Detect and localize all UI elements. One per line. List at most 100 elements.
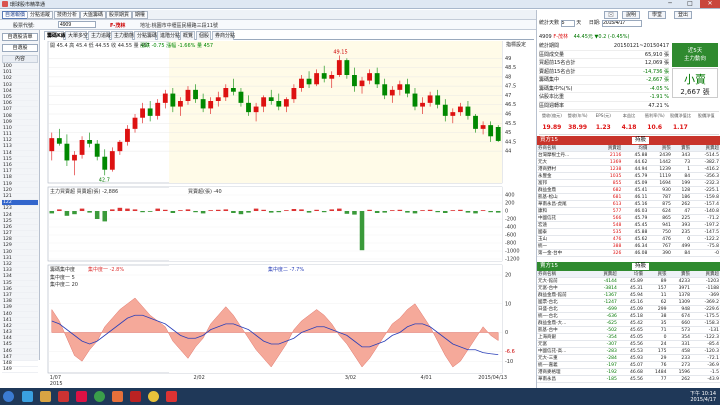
help-button[interactable]: 說明 (622, 11, 641, 19)
table-row[interactable]: 台灣摩根士丹... 2116 45.88 2439 343 -514.5 (537, 151, 720, 159)
user-icon[interactable]: 🖂 (604, 11, 618, 19)
volume-bar (427, 209, 433, 211)
table-row[interactable]: 永豐金 1035 45.79 1119 84 -356.3 (537, 172, 720, 180)
table-row[interactable]: 群益金鼎-館前 -1367 45.94 11 1378 -369 (537, 291, 720, 299)
app4-icon[interactable] (130, 391, 141, 402)
table-cell: 日盛-台北 (537, 305, 591, 313)
subtab-8[interactable]: 券商分點 (212, 31, 235, 40)
table-row[interactable]: 元大-館前 -4144 45.89 89 4233 -1203 (537, 277, 720, 285)
buy-filter[interactable]: 持股 (632, 137, 650, 144)
subtab-0[interactable]: 籌碼K線 (44, 31, 66, 40)
table-cell: 326 (595, 249, 623, 257)
subtab-2[interactable]: 主力追蹤 (88, 31, 111, 40)
days-input[interactable] (560, 19, 575, 27)
table-row[interactable]: 港商麥格理 -192 46.68 1484 1596 -1.5 (537, 368, 720, 376)
table-cell: -3814 (590, 284, 618, 292)
learn-button[interactable]: 學堂 (648, 11, 667, 19)
start-icon[interactable] (3, 391, 14, 402)
table-row[interactable]: 中國信託-高... -283 45.53 175 458 -120.3 (537, 347, 720, 355)
table-cell: -307 (590, 340, 618, 348)
subtab-1[interactable]: 大單多空 (65, 31, 88, 40)
table-row[interactable]: 凱基-台中 -502 45.65 71 573 -131 (537, 326, 720, 334)
minimize-button[interactable]: ─ (660, 0, 680, 8)
table-row[interactable]: 群益金鼎-大... -625 45.42 35 660 -158.3 (537, 319, 720, 327)
table-row[interactable]: 第一金-台中 326 46.08 390 84 -0 (537, 249, 720, 257)
table-cell: 台灣摩根士丹... (537, 151, 596, 159)
table-cell: 統一-嘉義 (537, 361, 591, 369)
metric-header: 股價淨值比 (669, 113, 691, 118)
menu-tab-2[interactable]: 技術分析 (54, 11, 81, 19)
volume-tick-label: -400 (505, 225, 516, 231)
volume-bar (215, 209, 221, 211)
table-row[interactable]: 國泰 535 45.88 750 235 -147.5 (537, 228, 720, 236)
table-row[interactable]: 元大 1369 44.62 1442 73 -382.7 (537, 158, 720, 166)
table-row[interactable]: 統一-嘉義 -197 45.07 76 273 -36.9 (537, 361, 720, 369)
chrome-icon[interactable] (94, 391, 105, 402)
stock-code-input[interactable] (58, 21, 96, 28)
subtab-3[interactable]: 主力動態 (111, 31, 134, 40)
candle-body (125, 128, 130, 142)
stock-app-icon[interactable] (166, 391, 177, 402)
table-row[interactable]: 元大-三重 -284 45.93 29 233 -72.1 (537, 354, 720, 362)
subtab-7[interactable]: 個股 (196, 31, 211, 40)
volume-bar (488, 211, 493, 213)
menu-tab-0[interactable]: 自選報價 (2, 11, 29, 19)
folder-icon[interactable] (40, 391, 51, 402)
app3-icon[interactable] (112, 391, 123, 402)
app5-icon[interactable] (148, 391, 159, 402)
logout-button[interactable]: 登出 (674, 11, 693, 19)
osc-param-2[interactable]: 集中度二 20 (50, 281, 78, 288)
candle-body (488, 125, 494, 137)
table-row[interactable]: 統一 388 46.34 767 499 -75.8 (537, 242, 720, 250)
osc-param-1[interactable]: 集中度一 5 (50, 274, 75, 281)
close-button[interactable]: ✕ (700, 0, 720, 8)
table-row[interactable]: 華南永昌-虎尾 613 45.16 875 262 -157.4 (537, 200, 720, 208)
candle-body (253, 106, 259, 113)
subtab-5[interactable]: 進階分點 (157, 31, 180, 40)
menu-tab-3[interactable]: 大盤籌碼 (80, 11, 107, 19)
table-row[interactable]: 日盛-台北 -699 45.09 299 948 -229.6 (537, 305, 720, 313)
table-row[interactable]: 上海商銀 -354 45.05 0 354 -122.3 (537, 333, 720, 341)
table-row[interactable]: 富邦 855 45.09 1694 199 -232.3 (537, 179, 720, 187)
table-row[interactable]: 元富 -307 45.56 24 331 -85.4 (537, 340, 720, 348)
date-input[interactable] (602, 19, 643, 27)
subtab-4[interactable]: 分點籌碼 (134, 31, 157, 40)
table-row[interactable]: 宏遠 548 45.45 941 393 -197.2 (537, 221, 720, 229)
table-row[interactable]: 中國信託 566 45.79 865 225 -71.2 (537, 214, 720, 222)
table-row[interactable]: 華南永昌 -185 45.56 77 262 -43.9 (537, 375, 720, 383)
table-row[interactable]: 凱基-松山 681 46.11 787 186 -159.8 (537, 193, 720, 201)
candle-body (404, 84, 410, 94)
watchlist-table: 100 101 102 103 104 105 106 107 108 109 110 111 112 1… (2, 64, 38, 374)
menu-tab-5[interactable]: 期權 (132, 11, 149, 19)
maximize-button[interactable]: □ (680, 0, 700, 8)
table-row[interactable]: 元富-台中 -3814 45.31 157 3971 -1188 (537, 284, 720, 292)
app1-icon[interactable] (58, 391, 69, 402)
app2-icon[interactable] (76, 391, 87, 402)
osc-tick-label: 20 (505, 273, 511, 279)
table-cell: 1596 (667, 368, 692, 376)
volume-bar (450, 210, 456, 211)
subtab-6[interactable]: 概覽 (180, 31, 195, 40)
table-row[interactable]: 康和 577 46.03 624 47 -140.8 (537, 207, 720, 215)
table-row[interactable]: 群益金鼎 682 45.41 930 128 -225.1 (537, 186, 720, 194)
table-row[interactable]: 港商野村 1238 44.94 1239 1 -416.2 (537, 165, 720, 173)
metric-header: 營收(年%) (567, 113, 588, 118)
sell-filter[interactable]: 持股 (632, 263, 650, 270)
watchlist-select[interactable]: 自選股 (2, 44, 38, 52)
candle-body (420, 102, 425, 107)
table-cell: 875 (648, 200, 672, 208)
candle-body (473, 115, 478, 129)
ie-icon[interactable] (22, 391, 33, 402)
volume-bar (420, 210, 425, 211)
app-icon (2, 1, 8, 7)
watchlist-button[interactable]: 自選股清單 (2, 33, 38, 41)
table-row[interactable]: 國票-台北 -1247 45.16 62 1309 -369.2 (537, 298, 720, 306)
watchlist-row[interactable]: 149 (2, 367, 38, 374)
table-cell: 45.62 (622, 235, 649, 243)
menu-tab-1[interactable]: 分點追蹤 (27, 11, 54, 19)
table-cell: -1367 (590, 291, 618, 299)
menu-tab-4[interactable]: 股票期貨 (106, 11, 133, 19)
table-row[interactable]: 統一-台北 -636 45.18 38 674 -175.5 (537, 312, 720, 320)
volume-bar (480, 210, 486, 211)
table-row[interactable]: 玉山 476 45.62 476 0 -122.2 (537, 235, 720, 243)
